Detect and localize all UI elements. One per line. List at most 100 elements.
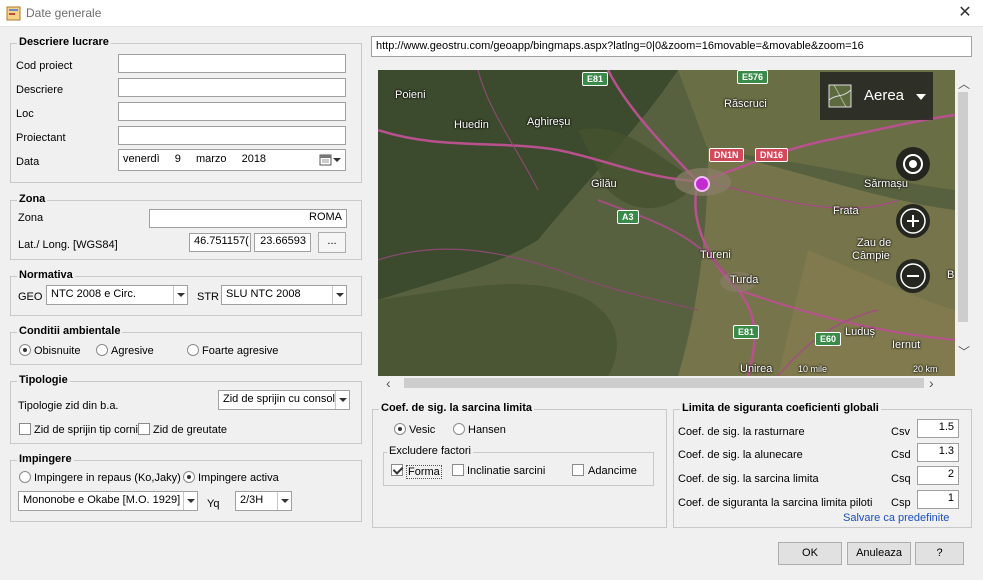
road-badge: E576 (737, 70, 769, 84)
url-bar[interactable]: http://www.geostru.com/geoapp/bingmaps.a… (371, 36, 972, 57)
check-inclinatie[interactable] (452, 464, 464, 476)
chevron-down-icon (916, 94, 926, 100)
coef-sarcina-title: Coef. de sig. la sarcina limita (379, 402, 534, 414)
latitude-input[interactable]: 46.751157( (189, 233, 251, 252)
map-place-label: Huedin (454, 119, 489, 131)
zoom-in-button[interactable] (896, 204, 930, 238)
zona-label: Zona (18, 212, 44, 224)
data-label: Data (16, 156, 40, 168)
tipologie-value: Zid de sprijin cu consola (223, 393, 342, 405)
cornier-label: Zid de sprijin tip cornier (34, 424, 138, 436)
calendar-icon[interactable] (319, 153, 341, 167)
scroll-left-icon[interactable]: ‹ (386, 376, 391, 390)
minus-icon (900, 263, 926, 289)
csv-input[interactable]: 1.5 (917, 419, 959, 438)
map-type-selector[interactable]: Aerea (820, 72, 933, 120)
date-picker[interactable]: venerdì 9 marzo 2018 (118, 149, 346, 171)
yq-select[interactable]: 2/3H (235, 491, 292, 511)
chevron-down-icon (332, 286, 346, 304)
road-badge: DN16 (755, 148, 789, 162)
sarcina-limita-label: Coef. de sig. la sarcina limita (678, 473, 819, 485)
tipologie-label: Tipologie zid din b.a. (18, 400, 119, 412)
map-place-label: Unirea (740, 363, 773, 375)
road-badge: DN1N (709, 148, 744, 162)
rasturnare-label: Coef. de sig. la rasturnare (678, 426, 805, 438)
radio-vesic[interactable] (394, 423, 406, 435)
geo-select[interactable]: NTC 2008 e Circ. (46, 285, 188, 305)
radio-activa[interactable] (183, 471, 195, 483)
longitude-input[interactable]: 23.66593 (254, 233, 311, 252)
str-value: SLU NTC 2008 (226, 288, 301, 300)
alunecare-label: Coef. de sig. la alunecare (678, 449, 803, 461)
excludere-title: Excludere factori (387, 445, 473, 457)
map-place-label: Iernut (892, 339, 921, 351)
chevron-down-icon (335, 391, 349, 409)
foarte-agresive-label: Foarte agresive (202, 345, 279, 357)
tipologie-select[interactable]: Zid de sprijin cu consola (218, 390, 350, 410)
yq-value: 2/3H (240, 494, 264, 506)
proiectant-input[interactable] (118, 126, 346, 145)
cancel-button[interactable]: Anuleaza (847, 542, 911, 565)
check-forma[interactable] (391, 464, 403, 476)
cod-proiect-label: Cod proiect (16, 60, 73, 72)
radio-foarte-agresive[interactable] (187, 344, 199, 356)
date-month: marzo (195, 153, 227, 165)
ok-button[interactable]: OK (778, 542, 842, 565)
zona-input[interactable]: ROMA (149, 209, 347, 228)
csq-input[interactable]: 2 (917, 466, 959, 485)
map-place-label: Poieni (395, 89, 426, 101)
scroll-right-icon[interactable]: › (929, 376, 934, 390)
radio-hansen[interactable] (453, 423, 465, 435)
scroll-up-icon[interactable]: ︿ (958, 78, 970, 90)
road-badge: E81 (582, 72, 609, 86)
cod-proiect-input[interactable] (118, 54, 346, 73)
piloti-label: Coef. de siguranta la sarcina limita pil… (678, 497, 873, 509)
map-place-label: Frata (833, 205, 859, 217)
chevron-down-icon (173, 286, 187, 304)
close-icon[interactable]: ✕ (953, 3, 977, 25)
radio-obisnuite[interactable] (19, 344, 31, 356)
app-icon (6, 6, 21, 21)
map-scale-label: 10 mile (798, 364, 828, 374)
browse-location-button[interactable]: ... (318, 232, 346, 253)
help-button[interactable]: ? (915, 542, 964, 565)
greutate-label: Zid de greutate (153, 424, 227, 436)
conditii-title: Conditii ambientale (17, 325, 123, 337)
descriere-input[interactable] (118, 78, 346, 97)
latlong-label: Lat./ Long. [WGS84] (18, 239, 118, 251)
horizontal-scroll-thumb[interactable] (404, 378, 924, 388)
location-pin-icon[interactable] (694, 176, 710, 192)
descriere-title: Descriere lucrare (17, 36, 111, 48)
radio-repaus[interactable] (19, 471, 31, 483)
map-place-label: Turda (730, 274, 759, 286)
window-title: Date generale (26, 6, 102, 20)
check-cornier[interactable] (19, 423, 31, 435)
map-place-label: Câmpie (852, 250, 890, 262)
map-place-label: Aghireșu (527, 116, 571, 128)
csp-input[interactable]: 1 (917, 490, 959, 509)
loc-input[interactable] (118, 102, 346, 121)
check-greutate[interactable] (138, 423, 150, 435)
date-year: 2018 (241, 153, 267, 165)
map-place-label: Răscruci (724, 98, 767, 110)
check-adancime[interactable] (572, 464, 584, 476)
impingere-title: Impingere (17, 453, 74, 465)
repaus-label: Impingere in repaus (Ko,Jaky) (34, 472, 181, 484)
chevron-down-icon (183, 492, 197, 510)
road-badge: E81 (733, 325, 760, 339)
locate-me-button[interactable] (896, 147, 930, 181)
proiectant-label: Proiectant (16, 132, 66, 144)
road-badge: A3 (617, 210, 639, 224)
csd-input[interactable]: 1.3 (917, 443, 959, 462)
vertical-scroll-thumb[interactable] (958, 92, 968, 322)
save-default-link[interactable]: Salvare ca predefinite (843, 512, 949, 524)
hansen-label: Hansen (468, 424, 506, 436)
obisnuite-label: Obisnuite (34, 345, 81, 357)
radio-agresive[interactable] (96, 344, 108, 356)
map-place-label: B (947, 269, 955, 281)
str-select[interactable]: SLU NTC 2008 (221, 285, 347, 305)
zoom-out-button[interactable] (896, 259, 930, 293)
scroll-down-icon[interactable]: ﹀ (958, 346, 970, 358)
map-scale-label: 20 km (913, 364, 938, 374)
method-select[interactable]: Mononobe e Okabe [M.O. 1929] (18, 491, 198, 511)
